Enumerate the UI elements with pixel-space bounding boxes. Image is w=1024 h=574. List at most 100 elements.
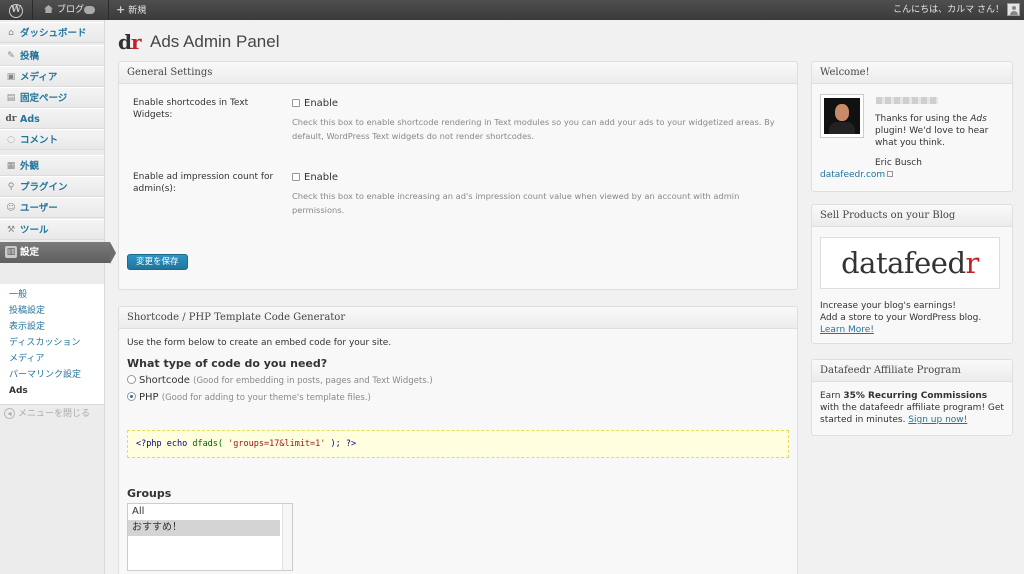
sell-line-2: Add a store to your WordPress blog. <box>820 313 982 323</box>
welcome-message: Thanks for using the Ads plugin! We'd lo… <box>875 114 989 148</box>
code-generator-box: Shortcode / PHP Template Code Generator … <box>118 306 798 574</box>
radio-icon[interactable] <box>127 375 136 384</box>
datafeedr-link-label[interactable]: datafeedr.com <box>820 170 885 180</box>
submenu-item-reading[interactable]: 表示設定 <box>0 319 104 335</box>
code-type-question: What type of code do you need? <box>127 357 328 370</box>
affiliate-box: Datafeedr Affiliate Program Earn 35% Rec… <box>811 359 1013 436</box>
collapse-menu-button[interactable]: ◂ メニューを閉じる <box>4 406 90 419</box>
sell-products-box: Sell Products on your Blog datafeedr Inc… <box>811 204 1013 344</box>
impression-checkbox[interactable]: Enable <box>292 172 338 183</box>
php-option-label: PHP <box>139 392 159 403</box>
media-icon: ▣ <box>6 72 16 82</box>
sell-products-title: Sell Products on your Blog <box>812 205 1012 227</box>
general-settings-title: General Settings <box>119 62 797 84</box>
menu-item-pages[interactable]: ▤ 固定ページ <box>0 87 104 108</box>
welcome-box: Welcome! Thanks for using the Ads plugin… <box>811 61 1013 192</box>
submenu-item-media[interactable]: メディア <box>0 351 104 367</box>
sign-up-link[interactable]: Sign up now! <box>908 415 967 425</box>
comment-bubble-icon <box>84 6 95 14</box>
site-name-link[interactable]: ブログ <box>40 0 84 20</box>
impression-setting-label: Enable ad impression count for admin(s): <box>133 172 274 194</box>
submenu-item-permalinks[interactable]: パーマリンク設定 <box>0 367 104 383</box>
code-function: dfads( <box>192 439 224 449</box>
menu-label: ダッシュボード <box>20 28 87 39</box>
dashboard-icon: ⌂ <box>8 28 14 38</box>
settings-icon: ▥ <box>5 246 17 258</box>
welcome-title: Welcome! <box>812 62 1012 84</box>
menu-item-dashboard[interactable]: ⌂ ダッシュボード <box>0 22 104 43</box>
shortcode-radio-option[interactable]: Shortcode (Good for embedding in posts, … <box>127 375 433 386</box>
wordpress-logo-icon[interactable]: W <box>0 0 32 20</box>
checkbox-icon[interactable] <box>292 173 300 181</box>
author-photo <box>820 94 864 138</box>
account-greeting[interactable]: こんにちは、カルマ さん！ <box>893 0 1004 20</box>
datafeedr-logo[interactable]: datafeedr <box>820 237 1000 289</box>
site-name-label: ブログ <box>57 5 85 15</box>
code-argument: 'groups=17&limit=1' <box>228 439 326 449</box>
settings-submenu: 一般 投稿設定 表示設定 ディスカッション メディア パーマリンク設定 Ads <box>0 284 104 405</box>
radio-selected-icon[interactable] <box>127 392 136 401</box>
menu-item-comments[interactable]: ◌ コメント <box>0 129 104 150</box>
external-link-icon <box>887 171 894 177</box>
pin-icon: ✎ <box>7 51 15 61</box>
code-echo: echo <box>166 439 188 449</box>
generated-code-output[interactable]: <?php echo dfads( 'groups=17&limit=1' );… <box>127 430 789 458</box>
home-icon <box>44 5 53 13</box>
shortcodes-description: Check this box to enable shortcode rende… <box>292 117 775 141</box>
menu-item-settings[interactable]: ▥ 設定 <box>0 242 116 264</box>
datafeedr-link[interactable]: datafeedr.com <box>820 169 894 181</box>
shortcodes-checkbox[interactable]: Enable <box>292 98 338 109</box>
menu-label: メディア <box>20 72 58 83</box>
user-avatar-icon[interactable] <box>1007 3 1020 16</box>
menu-item-ads[interactable]: dr Ads <box>0 108 104 129</box>
menu-label: 設定 <box>20 247 40 258</box>
submenu-item-general[interactable]: 一般 <box>0 287 104 303</box>
groups-label: Groups <box>127 487 172 500</box>
menu-label: 固定ページ <box>20 93 68 104</box>
save-changes-button[interactable]: 変更を保存 <box>127 254 188 270</box>
new-content-link[interactable]: + 新規 <box>116 0 146 20</box>
generator-intro: Use the form below to create an embed co… <box>127 338 392 348</box>
admin-bar: W ブログ + 新規 こんにちは、カルマ さん！ <box>0 0 1024 20</box>
group-option-recommended[interactable]: おすすめ！ <box>128 520 280 536</box>
admin-bar-divider <box>108 0 109 20</box>
groups-scrollbar[interactable] <box>282 504 292 570</box>
author-name: Eric Busch <box>875 158 922 168</box>
menu-item-appearance[interactable]: ▦ 外観 <box>0 155 104 176</box>
code-generator-title: Shortcode / PHP Template Code Generator <box>119 307 797 329</box>
group-option-all[interactable]: All <box>128 504 280 520</box>
plus-icon: + <box>116 3 126 16</box>
menu-item-tools[interactable]: ⚒ ツール <box>0 219 104 240</box>
code-php-open: <?php <box>136 439 162 449</box>
impression-checkbox-label: Enable <box>304 172 339 183</box>
submenu-item-discussion[interactable]: ディスカッション <box>0 335 104 351</box>
tools-icon: ⚒ <box>6 225 16 235</box>
php-option-hint: (Good for adding to your theme's templat… <box>161 393 371 403</box>
plugin-icon: ⚲ <box>7 182 15 192</box>
collapse-menu-label: メニューを閉じる <box>18 409 91 419</box>
collapse-arrow-icon: ◂ <box>4 408 15 419</box>
groups-select-list[interactable]: All おすすめ！ <box>127 503 293 571</box>
learn-more-link[interactable]: Learn More! <box>820 324 874 336</box>
menu-label: プラグイン <box>20 182 68 193</box>
shortcode-option-hint: (Good for embedding in posts, pages and … <box>193 376 433 386</box>
checkbox-icon[interactable] <box>292 99 300 107</box>
submenu-item-writing[interactable]: 投稿設定 <box>0 303 104 319</box>
code-php-close: ); ?> <box>330 439 357 449</box>
comment-icon: ◌ <box>7 135 15 145</box>
submenu-item-ads[interactable]: Ads <box>0 383 104 399</box>
menu-item-posts[interactable]: ✎ 投稿 <box>0 45 104 66</box>
dr-icon: dr <box>5 114 17 124</box>
comments-link[interactable] <box>84 0 106 20</box>
menu-item-media[interactable]: ▣ メディア <box>0 66 104 87</box>
shortcode-option-label: Shortcode <box>139 375 190 386</box>
affiliate-message: Earn 35% Recurring Commissions with the … <box>820 391 1004 425</box>
impression-description: Check this box to enable increasing an a… <box>292 191 740 215</box>
menu-item-users[interactable]: ☺ ユーザー <box>0 197 104 218</box>
php-radio-option[interactable]: PHP (Good for adding to your theme's tem… <box>127 392 371 403</box>
page-title: Ads Admin Panel <box>150 32 280 51</box>
menu-item-plugins[interactable]: ⚲ プラグイン <box>0 176 104 197</box>
page-icon: ▤ <box>6 93 16 103</box>
menu-label: 投稿 <box>20 51 40 62</box>
admin-bar-divider <box>32 0 33 20</box>
